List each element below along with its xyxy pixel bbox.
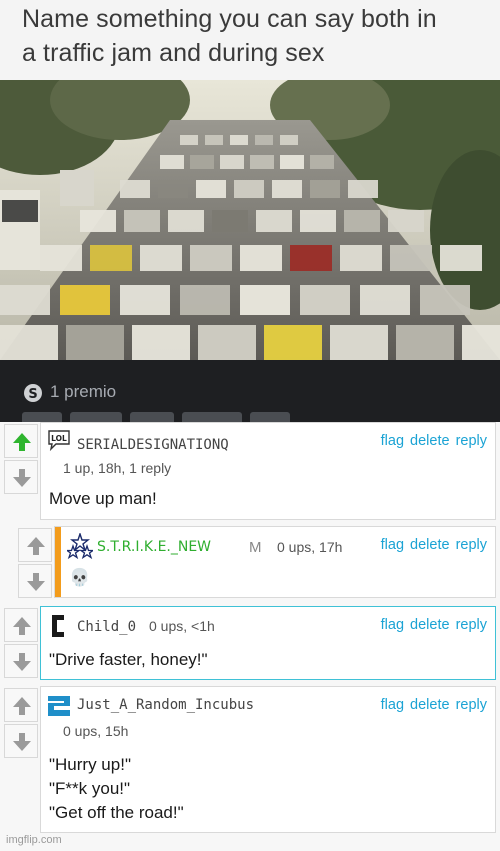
meme-caption-area: Name something you can say both in a tra… <box>0 0 500 80</box>
meme-caption: Name something you can say both in a tra… <box>22 2 492 70</box>
arrow-down-icon <box>13 469 31 487</box>
comment-meta: 0 ups, <1h <box>149 618 215 634</box>
moderator-badge: M <box>249 539 262 556</box>
comment-body: 💀 <box>69 568 91 588</box>
award-icon: S <box>24 384 42 402</box>
upvote-button[interactable] <box>4 608 38 642</box>
svg-text:LOL: LOL <box>51 434 67 443</box>
vote-column <box>4 688 40 758</box>
lol-speech-icon: LOL <box>47 429 71 456</box>
delete-link[interactable]: delete <box>410 433 450 449</box>
vote-column <box>4 608 40 678</box>
comment-meta: 0 ups, 17h <box>277 539 343 555</box>
comment-card: Just_A_Random_Incubus flag delete reply 0 … <box>40 686 496 833</box>
upvote-button[interactable] <box>4 424 38 458</box>
reply-link[interactable]: reply <box>456 537 487 553</box>
downvote-button[interactable] <box>4 644 38 678</box>
moderator-indicator-bar <box>55 527 61 597</box>
arrow-up-icon <box>13 617 31 635</box>
comment-body: "Drive faster, honey!" <box>49 650 208 669</box>
delete-link[interactable]: delete <box>410 537 450 553</box>
arrow-up-icon <box>13 697 31 715</box>
arrow-down-icon <box>13 653 31 671</box>
upvote-button[interactable] <box>18 528 52 562</box>
award-label: 1 premio <box>50 382 117 401</box>
comment-body-line: "F**k you!" <box>49 779 131 798</box>
upvote-button[interactable] <box>4 688 38 722</box>
reply-comment-card: S.T.R.I.K.E._NEW M 0 ups, 17h flag delete… <box>54 526 496 598</box>
vote-column <box>4 424 40 494</box>
comment-actions: flag delete reply <box>375 537 487 553</box>
number-2-icon <box>45 693 73 724</box>
delete-link[interactable]: delete <box>410 697 450 713</box>
reply-link[interactable]: reply <box>456 697 487 713</box>
comment-body: "Hurry up!" "F**k you!" "Get off the roa… <box>49 753 184 825</box>
reply-link[interactable]: reply <box>456 617 487 633</box>
flag-link[interactable]: flag <box>381 697 404 713</box>
downvote-button[interactable] <box>4 460 38 494</box>
svg-text:S: S <box>28 387 37 402</box>
comment-body-line: "Hurry up!" <box>49 755 131 774</box>
comment-card: LOL SERIALDESIGNATIONQ flag delete reply 1… <box>40 422 496 520</box>
comment-meta: 0 ups, 15h <box>63 723 129 739</box>
flag-link[interactable]: flag <box>381 617 404 633</box>
arrow-up-icon <box>13 433 31 451</box>
flag-link[interactable]: flag <box>381 537 404 553</box>
bracket-icon <box>49 613 69 644</box>
comment-actions: flag delete reply <box>375 697 487 713</box>
comment-actions: flag delete reply <box>375 617 487 633</box>
comment-meta: 1 up, 18h, 1 reply <box>63 460 172 476</box>
comment-username[interactable]: Child_0 <box>77 619 136 635</box>
comment-username[interactable]: SERIALDESIGNATIONQ <box>77 437 229 453</box>
meme-caption-line2: a traffic jam and during sex <box>22 39 325 67</box>
delete-link[interactable]: delete <box>410 617 450 633</box>
arrow-down-icon <box>13 733 31 751</box>
meme-caption-line1: Name something you can say both in <box>22 5 437 33</box>
stars-icon <box>64 531 96 564</box>
arrow-up-icon <box>27 537 45 555</box>
vote-column <box>18 528 54 598</box>
reply-link[interactable]: reply <box>456 433 487 449</box>
comment-body-line: "Get off the road!" <box>49 803 184 822</box>
arrow-down-icon <box>27 573 45 591</box>
downvote-button[interactable] <box>4 724 38 758</box>
traffic-jam-photo <box>0 80 500 360</box>
award-strip: S 1 premio <box>0 360 500 422</box>
flag-link[interactable]: flag <box>381 433 404 449</box>
cutoff-text-fragment <box>22 412 312 422</box>
comment-actions: flag delete reply <box>375 433 487 449</box>
comment-username[interactable]: Just_A_Random_Incubus <box>77 697 254 713</box>
comments-section: LOL SERIALDESIGNATIONQ flag delete reply 1… <box>0 422 500 851</box>
comment-body: Move up man! <box>49 489 157 508</box>
comment-username[interactable]: S.T.R.I.K.E._NEW <box>97 539 211 555</box>
comment-card-focused: Child_0 0 ups, <1h flag delete reply "Driv… <box>40 606 496 680</box>
downvote-button[interactable] <box>18 564 52 598</box>
traffic-jam-illustration <box>0 80 500 360</box>
imgflip-watermark: imgflip.com <box>6 834 62 846</box>
